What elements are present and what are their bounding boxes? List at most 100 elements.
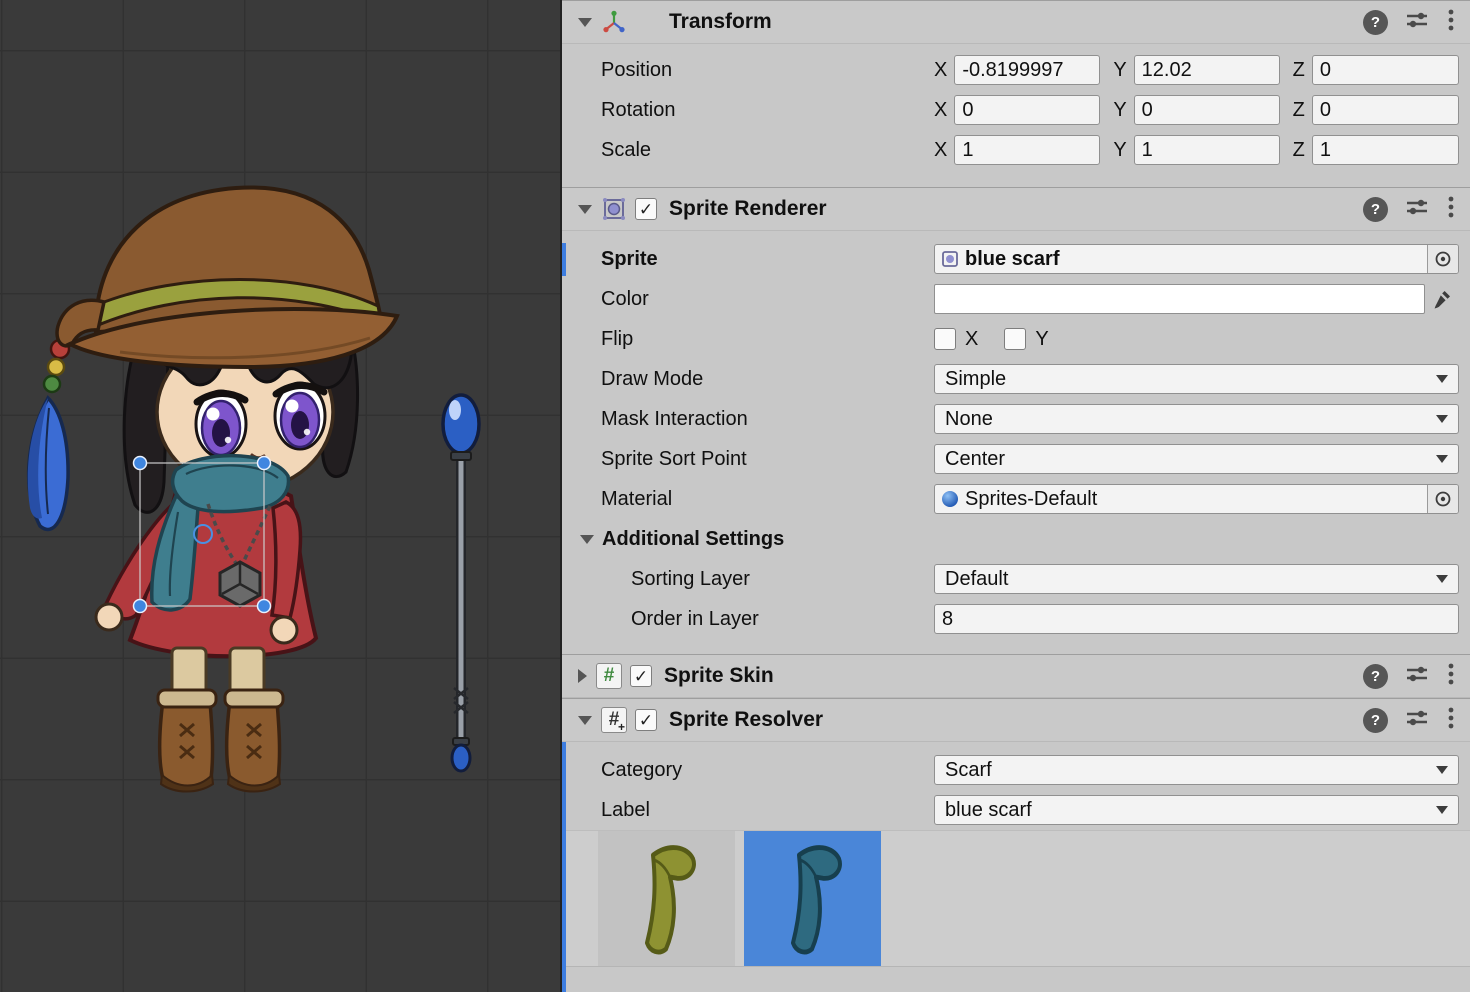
sorting-layer-label: Sorting Layer — [631, 568, 934, 591]
help-icon[interactable]: ? — [1363, 197, 1388, 222]
material-object-field[interactable]: Sprites-Default — [934, 484, 1459, 514]
selection-handle[interactable] — [134, 457, 147, 470]
foldout-open-icon[interactable] — [578, 18, 592, 27]
help-icon[interactable]: ? — [1363, 664, 1388, 689]
draw-mode-value: Simple — [945, 368, 1006, 391]
selection-handle[interactable] — [258, 457, 271, 470]
kebab-menu-icon[interactable] — [1446, 705, 1456, 736]
label-value: blue scarf — [945, 799, 1032, 822]
position-label: Position — [601, 59, 934, 82]
component-enabled-checkbox[interactable]: ✓ — [630, 665, 652, 687]
presets-icon[interactable] — [1404, 661, 1430, 692]
help-icon[interactable]: ? — [1363, 10, 1388, 35]
material-label: Material — [601, 488, 934, 511]
sprite-resolver-icon: #+ — [601, 707, 627, 733]
rotation-y-input[interactable] — [1134, 95, 1280, 125]
axis-x-label: X — [934, 99, 947, 122]
position-y-input[interactable] — [1134, 55, 1280, 85]
presets-icon[interactable] — [1404, 7, 1430, 38]
order-in-layer-input[interactable] — [934, 604, 1459, 634]
flip-y-checkbox[interactable] — [1004, 328, 1026, 350]
flip-x-checkbox[interactable] — [934, 328, 956, 350]
additional-settings-foldout[interactable]: Additional Settings — [562, 519, 1470, 559]
order-in-layer-label: Order in Layer — [631, 608, 934, 631]
sprite-row: Sprite blue scarf — [562, 239, 1470, 279]
draw-mode-row: Draw Mode Simple — [562, 359, 1470, 399]
sprite-renderer-icon — [601, 196, 627, 222]
eyedropper-icon[interactable] — [1425, 288, 1459, 310]
component-enabled-checkbox[interactable]: ✓ — [635, 198, 657, 220]
sprite-variant-green-scarf[interactable] — [598, 831, 735, 966]
kebab-menu-icon[interactable] — [1446, 661, 1456, 692]
transform-header[interactable]: Transform ? — [562, 0, 1470, 44]
axis-y-label: Y — [1113, 139, 1126, 162]
position-x-input[interactable] — [954, 55, 1100, 85]
sprite-object-name: blue scarf — [965, 248, 1427, 271]
mask-interaction-label: Mask Interaction — [601, 408, 934, 431]
sprite-variant-strip — [562, 830, 1470, 967]
chevron-down-icon — [1436, 766, 1448, 774]
category-dropdown[interactable]: Scarf — [934, 755, 1459, 785]
draw-mode-dropdown[interactable]: Simple — [934, 364, 1459, 394]
blue-scarf-image — [763, 838, 863, 960]
scale-z-input[interactable] — [1312, 135, 1459, 165]
sprite-label: Sprite — [601, 248, 934, 271]
position-z-input[interactable] — [1312, 55, 1459, 85]
presets-icon[interactable] — [1404, 705, 1430, 736]
category-row: Category Scarf — [562, 750, 1470, 790]
green-scarf-image — [617, 838, 717, 960]
sprite-sort-point-value: Center — [945, 448, 1005, 471]
help-icon[interactable]: ? — [1363, 708, 1388, 733]
sprite-renderer-rows: Sprite blue scarf Color — [562, 231, 1470, 639]
kebab-menu-icon[interactable] — [1446, 194, 1456, 225]
order-in-layer-row: Order in Layer — [562, 599, 1470, 639]
scale-x-input[interactable] — [954, 135, 1100, 165]
scene-canvas[interactable] — [0, 0, 562, 992]
component-enabled-checkbox[interactable]: ✓ — [635, 709, 657, 731]
color-field[interactable] — [934, 284, 1425, 314]
axis-y-label: Y — [1113, 59, 1126, 82]
draw-mode-label: Draw Mode — [601, 368, 934, 391]
override-indicator-resolver — [562, 742, 566, 992]
selection-handle[interactable] — [258, 600, 271, 613]
scene-view[interactable] — [0, 0, 562, 992]
object-picker-icon[interactable] — [1427, 245, 1458, 273]
flip-row: Flip X Y — [562, 319, 1470, 359]
object-picker-icon[interactable] — [1427, 485, 1458, 513]
mask-interaction-dropdown[interactable]: None — [934, 404, 1459, 434]
foldout-closed-icon[interactable] — [578, 669, 587, 683]
staff-sprite[interactable] — [443, 395, 479, 771]
label-dropdown[interactable]: blue scarf — [934, 795, 1459, 825]
kebab-menu-icon[interactable] — [1446, 7, 1456, 38]
sprite-skin-header[interactable]: # ✓ Sprite Skin ? — [562, 654, 1470, 698]
axis-z-label: Z — [1293, 99, 1305, 122]
scale-y-input[interactable] — [1134, 135, 1280, 165]
rotation-z-input[interactable] — [1312, 95, 1459, 125]
sprite-sort-point-row: Sprite Sort Point Center — [562, 439, 1470, 479]
sprite-variant-blue-scarf-selected[interactable] — [744, 831, 881, 966]
selection-handle[interactable] — [134, 600, 147, 613]
sprite-sort-point-dropdown[interactable]: Center — [934, 444, 1459, 474]
unity-editor: Transform ? Position X Y Z — [0, 0, 1472, 992]
sprite-skin-icon: # — [596, 663, 622, 689]
foldout-open-icon[interactable] — [580, 535, 594, 544]
override-indicator-sprite — [562, 243, 566, 276]
rotation-label: Rotation — [601, 99, 934, 122]
sprite-renderer-header[interactable]: ✓ Sprite Renderer ? — [562, 187, 1470, 231]
additional-settings-label: Additional Settings — [602, 528, 784, 551]
flip-label: Flip — [601, 328, 934, 351]
foldout-open-icon[interactable] — [578, 716, 592, 725]
chevron-down-icon — [1436, 575, 1448, 583]
category-label: Category — [601, 759, 934, 782]
sorting-layer-dropdown[interactable]: Default — [934, 564, 1459, 594]
position-row: Position X Y Z — [562, 50, 1470, 90]
character-sprite[interactable] — [28, 187, 397, 791]
axis-x-label: X — [934, 59, 947, 82]
component-title: Sprite Renderer — [669, 197, 827, 221]
transform-rows: Position X Y Z Rotation X Y Z Scale X — [562, 44, 1470, 170]
sprite-object-field[interactable]: blue scarf — [934, 244, 1459, 274]
rotation-x-input[interactable] — [954, 95, 1100, 125]
foldout-open-icon[interactable] — [578, 205, 592, 214]
presets-icon[interactable] — [1404, 194, 1430, 225]
sprite-resolver-header[interactable]: #+ ✓ Sprite Resolver ? — [562, 698, 1470, 742]
